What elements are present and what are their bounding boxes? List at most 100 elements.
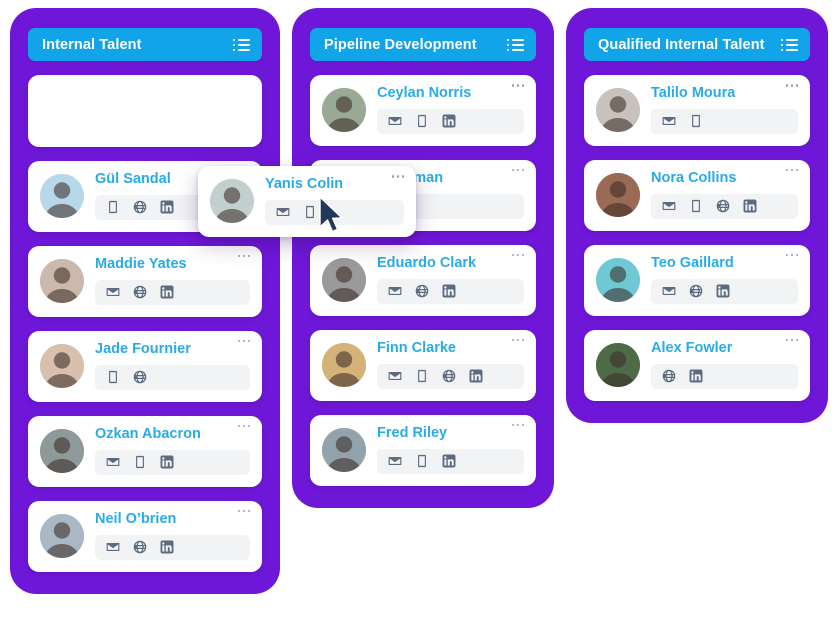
card-body: Teo Gaillard xyxy=(651,256,798,304)
avatar xyxy=(40,428,84,473)
contact-card[interactable]: Nora Collins xyxy=(584,159,810,231)
phone-icon[interactable] xyxy=(689,114,703,128)
card-body: Eduardo Clark xyxy=(377,256,524,304)
contact-card[interactable]: Ceylan Norris xyxy=(310,75,536,146)
column-title: Internal Talent xyxy=(42,36,142,53)
globe-icon[interactable] xyxy=(442,369,456,383)
column-header[interactable]: Pipeline Development xyxy=(310,28,536,61)
globe-icon[interactable] xyxy=(133,540,147,554)
card-menu-button[interactable] xyxy=(511,253,524,257)
card-menu-button[interactable] xyxy=(237,509,250,513)
card-body: Özkan Abacron xyxy=(95,427,250,475)
mail-icon[interactable] xyxy=(388,369,402,383)
mail-icon[interactable] xyxy=(388,284,402,298)
linkedin-icon[interactable] xyxy=(442,114,456,128)
card-menu-button[interactable] xyxy=(511,338,524,342)
column-header[interactable]: Internal Talent xyxy=(28,28,262,61)
contact-card[interactable]: Finn Clarke xyxy=(310,329,536,401)
globe-icon[interactable] xyxy=(689,284,703,298)
list-icon[interactable] xyxy=(781,38,798,51)
globe-icon[interactable] xyxy=(133,370,147,384)
contact-icon-strip xyxy=(651,363,798,389)
contact-card[interactable]: Özkan Abacron xyxy=(28,415,262,487)
contact-name: Alex Fowler xyxy=(651,340,733,356)
column-header[interactable]: Qualified Internal Talent xyxy=(584,28,810,61)
mail-icon[interactable] xyxy=(662,284,676,298)
avatar xyxy=(40,258,84,303)
linkedin-icon[interactable] xyxy=(469,369,483,383)
contact-name: Fred Riley xyxy=(377,425,448,441)
card-menu-button[interactable] xyxy=(785,168,798,172)
contact-icon-strip xyxy=(651,193,798,219)
mail-icon[interactable] xyxy=(388,114,402,128)
contact-icon-strip xyxy=(651,108,798,134)
contact-card[interactable]: Maddie Yates xyxy=(28,245,262,317)
linkedin-icon[interactable] xyxy=(716,284,730,298)
avatar xyxy=(322,427,366,472)
mail-icon[interactable] xyxy=(106,540,120,554)
contact-card[interactable]: Neil O’brien xyxy=(28,500,262,572)
contact-card[interactable]: Eduardo Clark xyxy=(310,244,536,316)
mail-icon[interactable] xyxy=(106,285,120,299)
contact-name: Nora Collins xyxy=(651,170,737,186)
card-menu-button[interactable] xyxy=(237,339,250,343)
contact-card[interactable]: Talilo Moura xyxy=(584,75,810,146)
avatar xyxy=(596,87,640,132)
card-menu-button[interactable] xyxy=(237,424,250,428)
list-icon[interactable] xyxy=(233,38,250,51)
linkedin-icon[interactable] xyxy=(442,284,456,298)
contact-card[interactable]: Jade Fournier xyxy=(28,330,262,402)
contact-icon-strip xyxy=(377,448,524,474)
contact-card[interactable]: Teo Gaillard xyxy=(584,244,810,316)
card-menu-button[interactable] xyxy=(511,84,524,87)
card-menu-button[interactable] xyxy=(391,175,404,178)
linkedin-icon[interactable] xyxy=(160,285,174,299)
phone-icon[interactable] xyxy=(415,114,429,128)
card-menu-button[interactable] xyxy=(511,423,524,427)
card-menu-button[interactable] xyxy=(237,254,250,258)
phone-icon[interactable] xyxy=(106,370,120,384)
linkedin-icon[interactable] xyxy=(689,369,703,383)
card-body: Neil O’brien xyxy=(95,512,250,560)
globe-icon[interactable] xyxy=(415,284,429,298)
card-body: Fred Riley xyxy=(377,426,524,474)
column-title: Pipeline Development xyxy=(324,36,477,53)
card-menu-button[interactable] xyxy=(785,84,798,87)
linkedin-icon[interactable] xyxy=(160,540,174,554)
phone-icon[interactable] xyxy=(303,205,317,219)
globe-icon[interactable] xyxy=(133,200,147,214)
globe-icon[interactable] xyxy=(716,199,730,213)
phone-icon[interactable] xyxy=(133,455,147,469)
contact-name: Teo Gaillard xyxy=(651,255,734,271)
phone-icon[interactable] xyxy=(106,200,120,214)
phone-icon[interactable] xyxy=(689,199,703,213)
card-drop-placeholder[interactable] xyxy=(28,75,262,147)
contact-card[interactable]: Fred Riley xyxy=(310,414,536,486)
mail-icon[interactable] xyxy=(662,199,676,213)
linkedin-icon[interactable] xyxy=(743,199,757,213)
contact-name: Yanis Colin xyxy=(265,177,344,192)
card-menu-button[interactable] xyxy=(785,253,798,257)
contact-icon-strip xyxy=(651,278,798,304)
globe-icon[interactable] xyxy=(662,369,676,383)
linkedin-icon[interactable] xyxy=(160,200,174,214)
mail-icon[interactable] xyxy=(276,205,290,219)
avatar xyxy=(40,513,84,558)
contact-card[interactable]: Alex Fowler xyxy=(584,329,810,401)
card-menu-button[interactable] xyxy=(511,168,524,172)
mail-icon[interactable] xyxy=(662,114,676,128)
contact-icon-strip xyxy=(377,278,524,304)
phone-icon[interactable] xyxy=(415,454,429,468)
globe-icon[interactable] xyxy=(133,285,147,299)
mail-icon[interactable] xyxy=(388,454,402,468)
phone-icon[interactable] xyxy=(415,369,429,383)
kanban-board: Internal Talent Gül Sandal Maddie Yates Jad… xyxy=(0,0,832,636)
linkedin-icon[interactable] xyxy=(442,454,456,468)
list-icon[interactable] xyxy=(507,38,524,51)
avatar xyxy=(322,342,366,387)
linkedin-icon[interactable] xyxy=(160,455,174,469)
card-menu-button[interactable] xyxy=(785,338,798,342)
contact-icon-strip xyxy=(377,108,524,134)
dragged-card-yanis-colin[interactable]: Yanis Colin xyxy=(198,166,416,237)
mail-icon[interactable] xyxy=(106,455,120,469)
